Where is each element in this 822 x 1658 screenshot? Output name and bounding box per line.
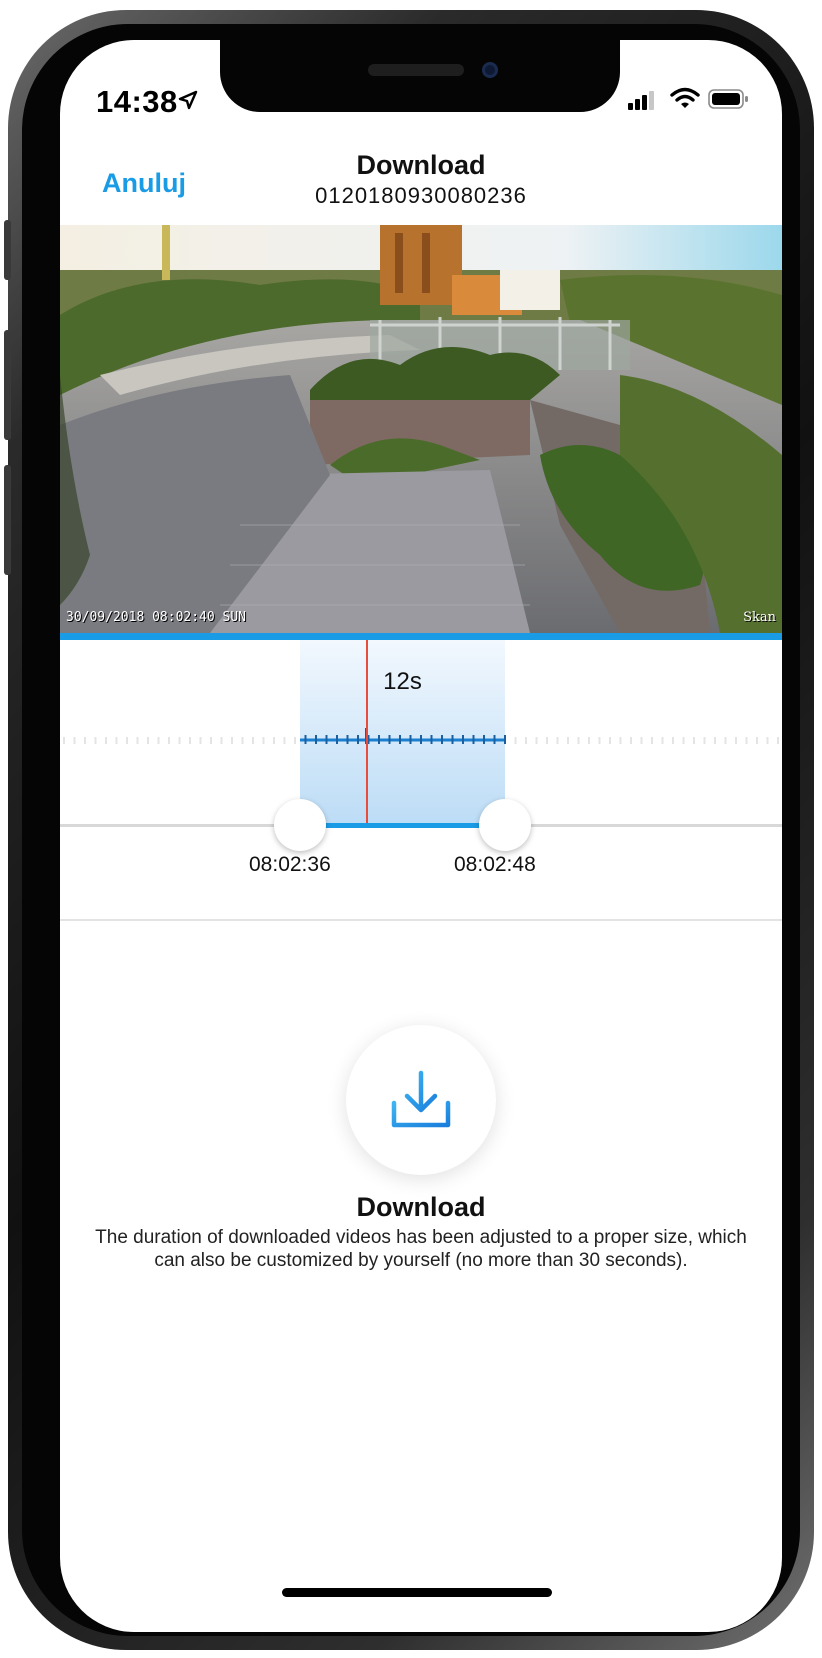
section-divider xyxy=(60,919,782,921)
home-indicator[interactable] xyxy=(282,1588,552,1597)
playhead[interactable] xyxy=(366,640,368,827)
volume-up-button xyxy=(4,330,11,440)
duration-label: 12s xyxy=(383,668,422,695)
wifi-icon xyxy=(670,87,700,108)
video-progress-bar xyxy=(60,633,782,640)
download-icon xyxy=(391,1070,451,1128)
end-handle[interactable] xyxy=(479,799,531,851)
download-title: Download xyxy=(356,1192,486,1222)
battery-icon xyxy=(708,89,748,109)
camera-name-overlay: Skan xyxy=(743,610,776,625)
page-title: Download xyxy=(356,150,486,180)
clip-range-selector: 12s 08:02:36 08:02:48 xyxy=(60,640,782,921)
camera-frame-image xyxy=(60,225,782,633)
cellular-signal-icon xyxy=(628,91,654,110)
mute-switch xyxy=(4,220,11,280)
status-time: 14:38 xyxy=(96,84,178,119)
location-arrow-icon xyxy=(178,90,198,110)
app-screen: 14:38 Anuluj Download 0120180930080236 3… xyxy=(60,40,782,1632)
recording-id: 0120180930080236 xyxy=(315,183,527,208)
video-preview[interactable]: 30/09/2018 08:02:40 SUN Skan xyxy=(60,225,782,633)
notch xyxy=(220,40,620,112)
timeline-ruler[interactable] xyxy=(60,720,782,750)
earpiece-speaker xyxy=(368,64,464,76)
volume-down-button xyxy=(4,465,11,575)
download-description: The duration of downloaded videos has be… xyxy=(95,1227,747,1271)
end-time-label: 08:02:48 xyxy=(454,853,536,876)
download-button[interactable] xyxy=(346,1025,496,1175)
range-track-selected xyxy=(300,823,505,828)
start-handle[interactable] xyxy=(274,799,326,851)
front-camera xyxy=(482,62,498,78)
start-time-label: 08:02:36 xyxy=(249,853,331,876)
video-timestamp-overlay: 30/09/2018 08:02:40 SUN xyxy=(66,610,247,625)
